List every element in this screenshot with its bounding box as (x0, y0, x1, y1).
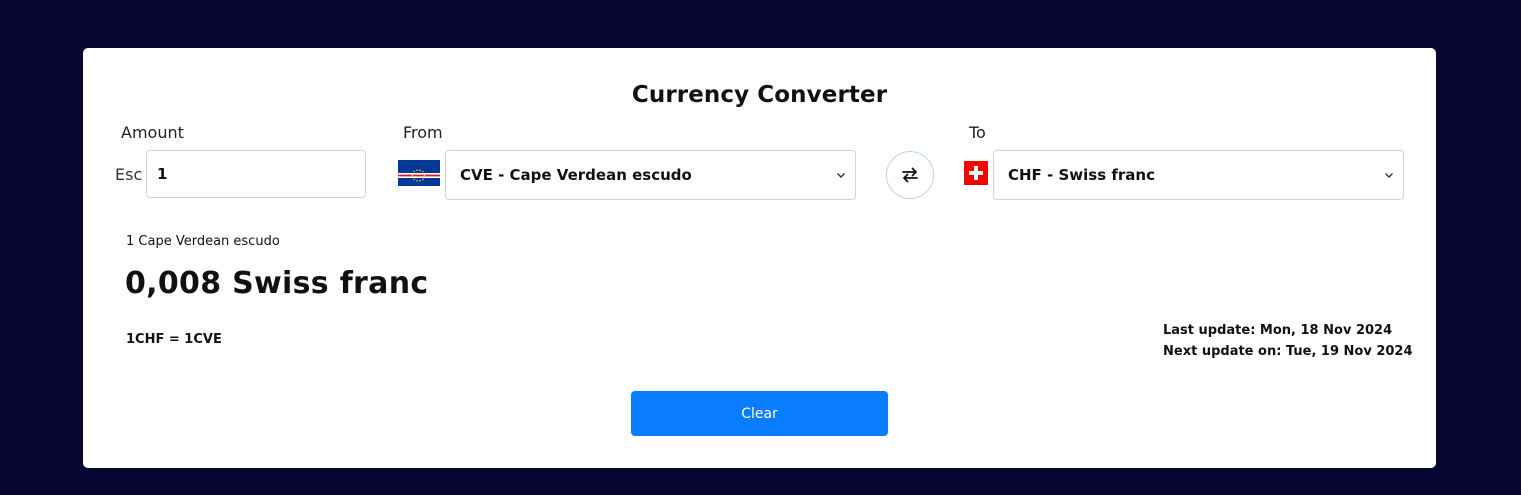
amount-currency-prefix: Esc (115, 165, 143, 184)
from-label: From (403, 123, 443, 142)
exchange-rate: 1CHF = 1CVE (126, 332, 222, 347)
update-info: Last update: Mon, 18 Nov 2024 Next updat… (1163, 320, 1413, 362)
amount-input[interactable] (146, 150, 366, 198)
amount-label: Amount (121, 123, 184, 142)
chevron-down-icon (837, 173, 845, 178)
chevron-down-icon (1385, 173, 1393, 178)
to-currency-value: CHF - Swiss franc (1008, 166, 1155, 184)
switzerland-flag-icon (964, 161, 988, 185)
last-update: Last update: Mon, 18 Nov 2024 (1163, 323, 1393, 338)
next-update: Next update on: Tue, 19 Nov 2024 (1163, 344, 1413, 359)
to-label: To (969, 123, 986, 142)
swap-arrows-icon (902, 167, 918, 183)
from-amount-description: 1 Cape Verdean escudo (126, 234, 280, 249)
swap-button[interactable] (886, 151, 934, 199)
converter-card: Currency Converter Amount From To Esc CV… (83, 48, 1436, 468)
page-title: Currency Converter (631, 82, 888, 108)
from-currency-value: CVE - Cape Verdean escudo (460, 166, 692, 184)
clear-button[interactable]: Clear (631, 391, 888, 436)
to-currency-select[interactable]: CHF - Swiss franc (993, 150, 1404, 200)
from-currency-select[interactable]: CVE - Cape Verdean escudo (445, 150, 856, 200)
converted-result: 0,008 Swiss franc (125, 266, 429, 301)
cape-verde-flag-icon (398, 160, 440, 186)
